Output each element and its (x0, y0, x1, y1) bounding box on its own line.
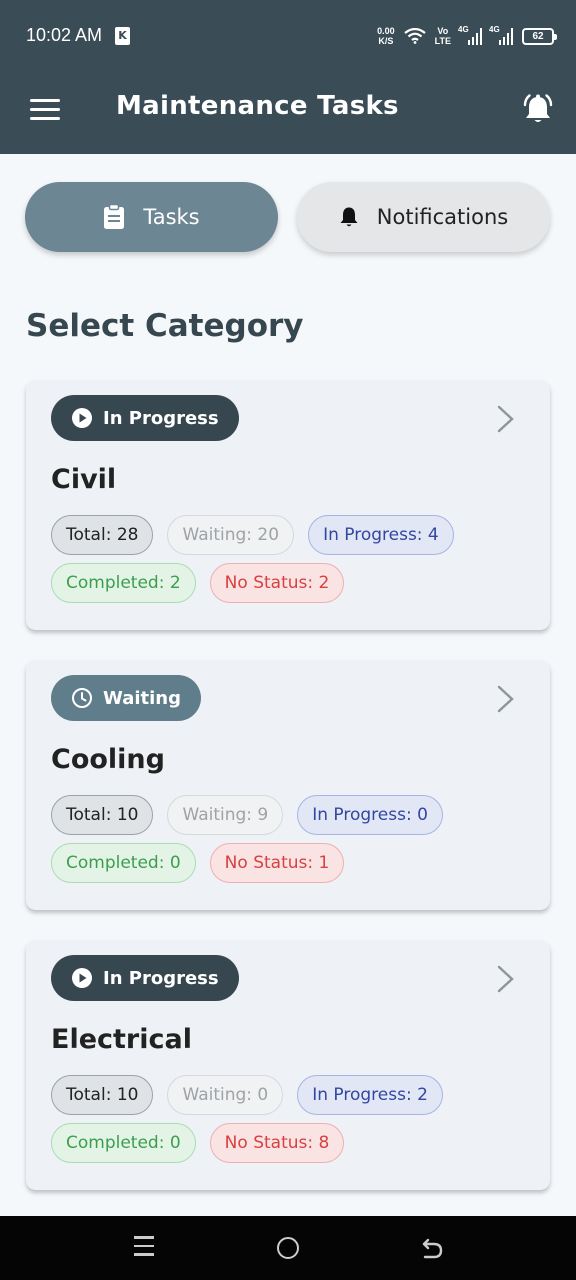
sim2-network-type: 4G (489, 25, 500, 34)
bell-icon (340, 207, 358, 227)
completed-pill: Completed: 0 (51, 843, 196, 883)
waiting-pill: Waiting: 0 (167, 1075, 284, 1115)
count-row: Total: 28 Waiting: 20 In Progress: 4 (51, 515, 454, 555)
bell-ringing-icon[interactable] (520, 92, 556, 128)
volte-bottom: LTE (434, 36, 451, 46)
status-indicators: 0.00 K/S Vo LTE 4G 4G 62 (377, 22, 557, 50)
total-pill: Total: 10 (51, 795, 154, 835)
status-chip: In Progress (51, 395, 239, 441)
count-row: Completed: 0 No Status: 1 (51, 843, 345, 883)
category-name: Electrical (51, 1024, 192, 1055)
status-time: 10:02 AM (26, 25, 103, 45)
clock-icon (72, 688, 92, 708)
category-card-electrical[interactable]: In Progress Electrical Total: 10 Waiting… (26, 940, 550, 1190)
total-pill: Total: 28 (51, 515, 154, 555)
status-chip-label: Waiting (103, 687, 182, 709)
notification-k-icon: K (115, 27, 130, 45)
in-progress-pill: In Progress: 2 (297, 1075, 443, 1115)
volte-top: Vo (437, 26, 449, 36)
home-icon[interactable] (277, 1237, 299, 1259)
no-status-pill: No Status: 8 (209, 1123, 345, 1163)
page-title: Maintenance Tasks (116, 91, 399, 121)
status-bar: 10:02 AM K 0.00 K/S Vo LTE 4G 4G 62 (0, 0, 576, 72)
recent-apps-icon[interactable] (134, 1236, 154, 1256)
in-progress-pill: In Progress: 0 (297, 795, 443, 835)
category-card-cooling[interactable]: Waiting Cooling Total: 10 Waiting: 9 In … (26, 660, 550, 910)
network-speed: 0.00 K/S (377, 26, 395, 46)
completed-pill: Completed: 2 (51, 563, 196, 603)
in-progress-pill: In Progress: 4 (308, 515, 454, 555)
waiting-pill: Waiting: 9 (167, 795, 284, 835)
status-chip: Waiting (51, 675, 202, 721)
back-icon[interactable] (420, 1236, 444, 1260)
category-name: Civil (51, 464, 117, 495)
tab-tasks[interactable]: Tasks (25, 182, 278, 252)
category-card-civil[interactable]: In Progress Civil Total: 28 Waiting: 20 … (26, 380, 550, 630)
network-speed-unit: K/S (378, 36, 394, 46)
no-status-pill: No Status: 1 (209, 843, 345, 883)
chevron-right-icon[interactable] (496, 404, 516, 434)
section-title: Select Category (26, 308, 304, 344)
battery-icon: 62 (522, 27, 557, 45)
sim1-network-type: 4G (458, 25, 469, 34)
tab-tasks-label: Tasks (143, 205, 200, 229)
count-row: Completed: 2 No Status: 2 (51, 563, 345, 603)
signal-sim2-icon: 4G (489, 25, 513, 45)
wifi-icon (403, 28, 426, 44)
volte-indicator: Vo LTE (435, 26, 451, 46)
waiting-pill: Waiting: 20 (167, 515, 295, 555)
chevron-right-icon[interactable] (496, 964, 516, 994)
completed-pill: Completed: 0 (51, 1123, 196, 1163)
count-row: Completed: 0 No Status: 8 (51, 1123, 345, 1163)
clipboard-icon (104, 204, 125, 229)
signal-sim1-icon: 4G (458, 25, 482, 45)
tab-notifications-label: Notifications (376, 205, 509, 229)
category-name: Cooling (51, 744, 165, 775)
count-row: Total: 10 Waiting: 9 In Progress: 0 (51, 795, 443, 835)
status-chip: In Progress (51, 955, 239, 1001)
status-chip-label: In Progress (103, 967, 219, 989)
play-circle-icon (72, 968, 92, 988)
network-speed-value: 0.00 (377, 26, 395, 36)
play-circle-icon (72, 408, 92, 428)
tab-notifications[interactable]: Notifications (297, 182, 550, 252)
no-status-pill: No Status: 2 (209, 563, 345, 603)
total-pill: Total: 10 (51, 1075, 154, 1115)
hamburger-menu-icon[interactable] (30, 99, 60, 121)
chevron-right-icon[interactable] (496, 684, 516, 714)
status-chip-label: In Progress (103, 407, 219, 429)
count-row: Total: 10 Waiting: 0 In Progress: 2 (51, 1075, 443, 1115)
